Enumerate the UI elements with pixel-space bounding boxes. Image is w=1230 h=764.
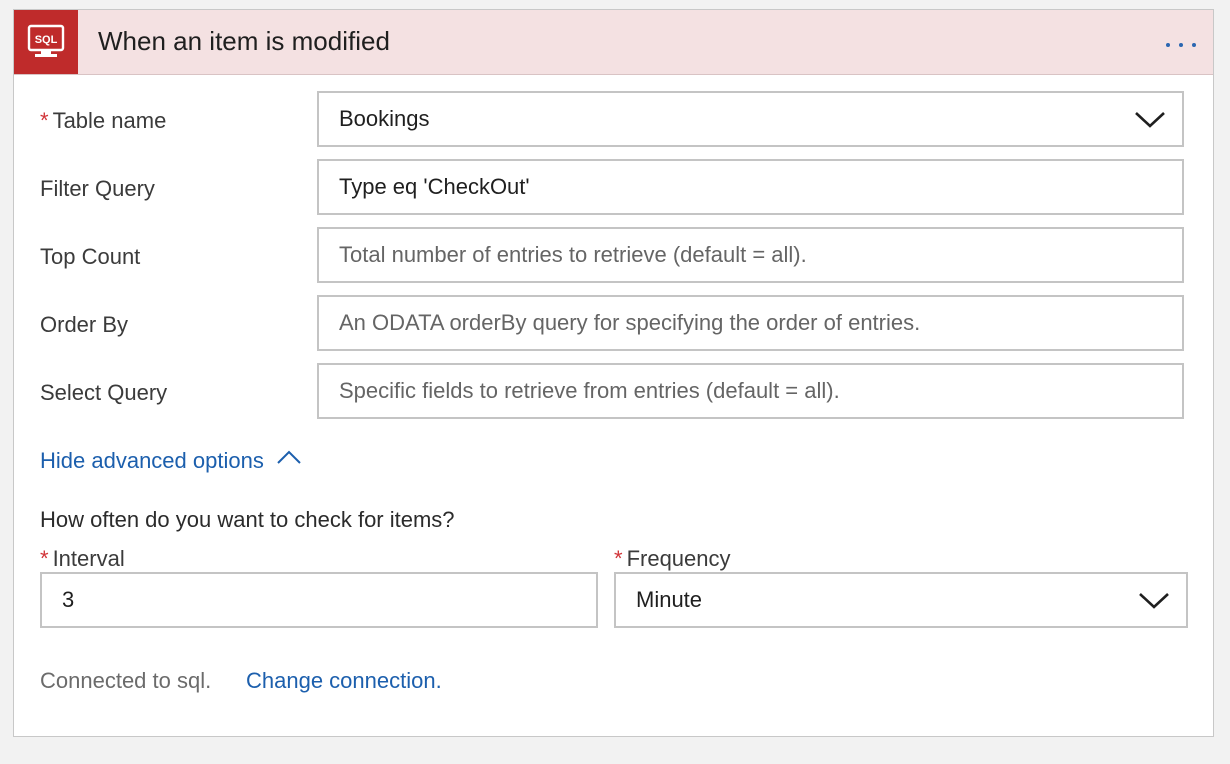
interval-label-text: Interval (52, 546, 125, 571)
card-header[interactable]: SQL When an item is modified (14, 10, 1213, 75)
table-name-dropdown[interactable]: Bookings (317, 91, 1184, 147)
frequency-label-text: Frequency (626, 546, 731, 571)
trigger-card: SQL When an item is modified * Table name… (13, 9, 1214, 737)
hide-advanced-options-link[interactable]: Hide advanced options (40, 446, 302, 476)
select-query-label: Select Query (40, 380, 168, 405)
frequency-value: Minute (636, 587, 703, 612)
order-by-input[interactable]: An ODATA orderBy query for specifying th… (317, 295, 1184, 351)
required-mark: * (40, 546, 49, 571)
required-mark: * (614, 546, 623, 571)
top-count-label: Top Count (40, 244, 141, 269)
check-frequency-question: How often do you want to check for items… (40, 507, 455, 532)
filter-query-label: Filter Query (40, 176, 155, 201)
order-by-placeholder: An ODATA orderBy query for specifying th… (339, 310, 921, 335)
sql-icon-text: SQL (35, 34, 58, 46)
chevron-down-icon (1139, 593, 1169, 609)
filter-query-value: Type eq 'CheckOut' (339, 174, 530, 199)
more-horizontal-icon[interactable] (1163, 26, 1199, 56)
table-name-label-text: Table name (52, 108, 167, 133)
sql-icon: SQL (14, 10, 78, 74)
interval-input[interactable]: 3 (40, 572, 598, 628)
interval-label: * Interval (40, 544, 125, 574)
table-name-value: Bookings (339, 106, 430, 131)
select-query-input[interactable]: Specific fields to retrieve from entries… (317, 363, 1184, 419)
chevron-down-icon (1135, 112, 1165, 128)
frequency-label: * Frequency (614, 544, 731, 574)
filter-query-input[interactable]: Type eq 'CheckOut' (317, 159, 1184, 215)
order-by-label: Order By (40, 312, 129, 337)
top-count-placeholder: Total number of entries to retrieve (def… (339, 242, 807, 267)
change-connection-link[interactable]: Change connection. (246, 666, 442, 696)
frequency-dropdown[interactable]: Minute (614, 572, 1188, 628)
chevron-up-icon (277, 450, 301, 464)
required-mark: * (40, 108, 49, 133)
interval-value: 3 (62, 587, 75, 612)
hide-advanced-options-label: Hide advanced options (40, 448, 264, 473)
connection-status: Connected to sql. (40, 668, 212, 693)
table-name-label: * Table name (40, 106, 166, 136)
card-title: When an item is modified (98, 26, 390, 56)
select-query-placeholder: Specific fields to retrieve from entries… (339, 378, 840, 403)
top-count-input[interactable]: Total number of entries to retrieve (def… (317, 227, 1184, 283)
